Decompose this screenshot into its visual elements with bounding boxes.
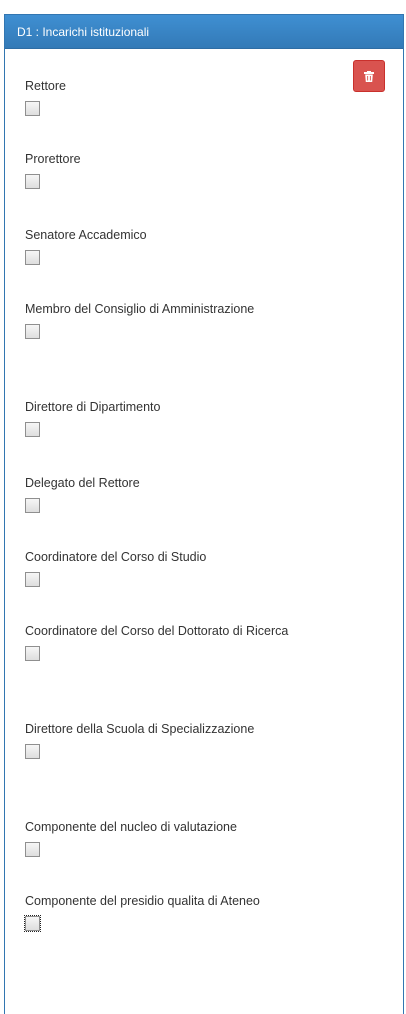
checkbox-delegato-rettore[interactable] [25,498,40,513]
checkbox-coordinatore-corso-studio[interactable] [25,572,40,587]
field-label: Delegato del Rettore [25,476,140,490]
field-presidio-qualita: Componente del presidio qualita di Atene… [24,892,355,932]
field-direttore-scuola: Direttore della Scuola di Specializzazio… [25,720,355,759]
trash-icon [364,70,374,82]
field-senatore-accademico: Senatore Accademico [25,226,355,265]
field-coordinatore-dottorato: Coordinatore del Corso del Dottorato di … [25,622,355,661]
checkbox-direttore-dipartimento[interactable] [25,422,40,437]
field-label: Senatore Accademico [25,228,147,242]
field-label: Coordinatore del Corso del Dottorato di … [25,624,289,638]
field-delegato-rettore: Delegato del Rettore [25,474,355,513]
field-membro-consiglio: Membro del Consiglio di Amministrazione [25,300,355,339]
checkbox-rettore[interactable] [25,101,40,116]
field-label: Prorettore [25,152,81,166]
checkbox-prorettore[interactable] [25,174,40,189]
field-prorettore: Prorettore [25,150,355,189]
checkbox-coordinatore-dottorato[interactable] [25,646,40,661]
field-label: Componente del nucleo di valutazione [25,820,237,834]
field-label: Rettore [25,79,66,93]
panel-title: D1 : Incarichi istituzionali [5,15,403,49]
field-direttore-dipartimento: Direttore di Dipartimento [25,398,355,437]
field-label: Coordinatore del Corso di Studio [25,550,207,564]
field-label: Membro del Consiglio di Amministrazione [25,302,255,316]
checkbox-membro-consiglio[interactable] [25,324,40,339]
incarichi-panel: D1 : Incarichi istituzionali Rettore Pro… [4,14,404,1014]
checkbox-presidio-qualita[interactable] [24,915,41,932]
checkbox-direttore-scuola[interactable] [25,744,40,759]
field-label: Direttore della Scuola di Specializzazio… [25,722,255,736]
checkbox-senatore-accademico[interactable] [25,250,40,265]
field-nucleo-valutazione: Componente del nucleo di valutazione [25,818,355,857]
field-label: Componente del presidio qualita di Atene… [25,894,260,908]
field-label: Direttore di Dipartimento [25,400,161,414]
field-rettore: Rettore [25,77,355,116]
checkbox-nucleo-valutazione[interactable] [25,842,40,857]
field-coordinatore-corso-studio: Coordinatore del Corso di Studio [25,548,355,587]
delete-button[interactable] [353,60,385,92]
